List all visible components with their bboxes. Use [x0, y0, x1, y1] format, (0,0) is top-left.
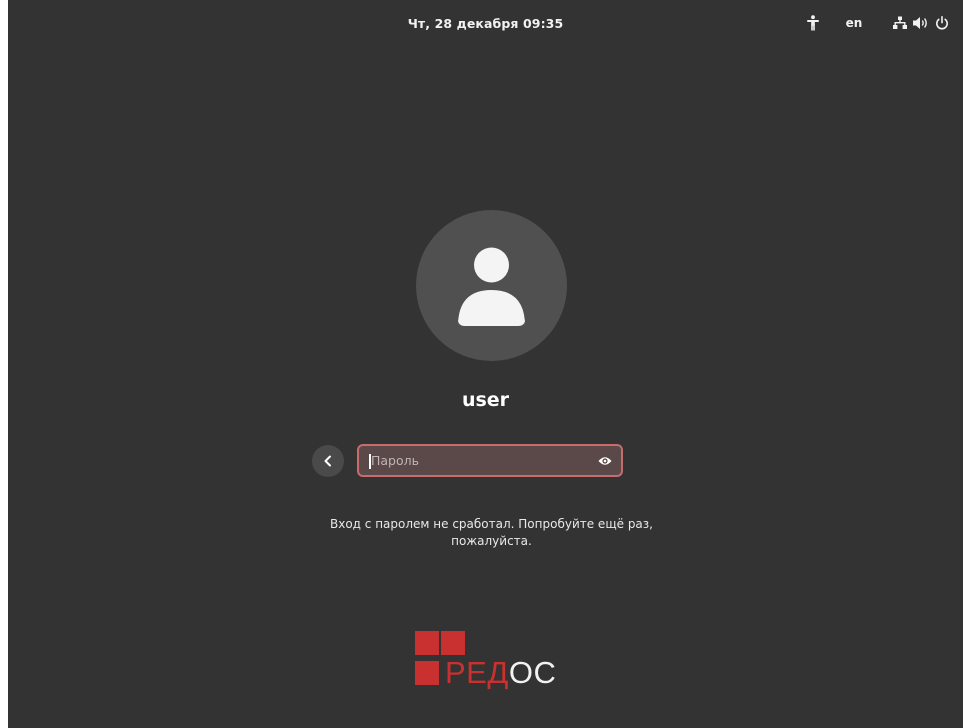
logo-text-red: РЕД [445, 655, 509, 690]
logo-square [415, 631, 439, 655]
power-icon[interactable] [934, 12, 950, 34]
chevron-left-icon [324, 455, 331, 467]
show-password-eye-icon[interactable] [597, 453, 613, 469]
keyboard-layout-indicator[interactable]: en [842, 12, 866, 34]
logo-text: РЕДОС [445, 657, 556, 688]
accessibility-icon[interactable] [804, 12, 822, 34]
password-field[interactable] [357, 444, 623, 477]
logo-square [415, 661, 439, 685]
logo-text-white: ОС [508, 655, 557, 690]
redos-logo: РЕДОС [415, 631, 585, 691]
back-button[interactable] [312, 445, 344, 477]
password-input[interactable] [371, 446, 591, 475]
login-screen: Чт, 28 декабря 09:35 en user Вход с паро… [8, 0, 963, 728]
logo-square [441, 631, 465, 655]
volume-icon[interactable] [912, 12, 930, 34]
user-icon [458, 247, 525, 326]
user-avatar [416, 210, 567, 361]
top-bar: Чт, 28 декабря 09:35 en [8, 0, 963, 44]
username-label: user [461, 389, 510, 411]
network-wired-icon[interactable] [892, 12, 908, 34]
error-message: Вход с паролем не сработал. Попробуйте е… [330, 517, 653, 548]
